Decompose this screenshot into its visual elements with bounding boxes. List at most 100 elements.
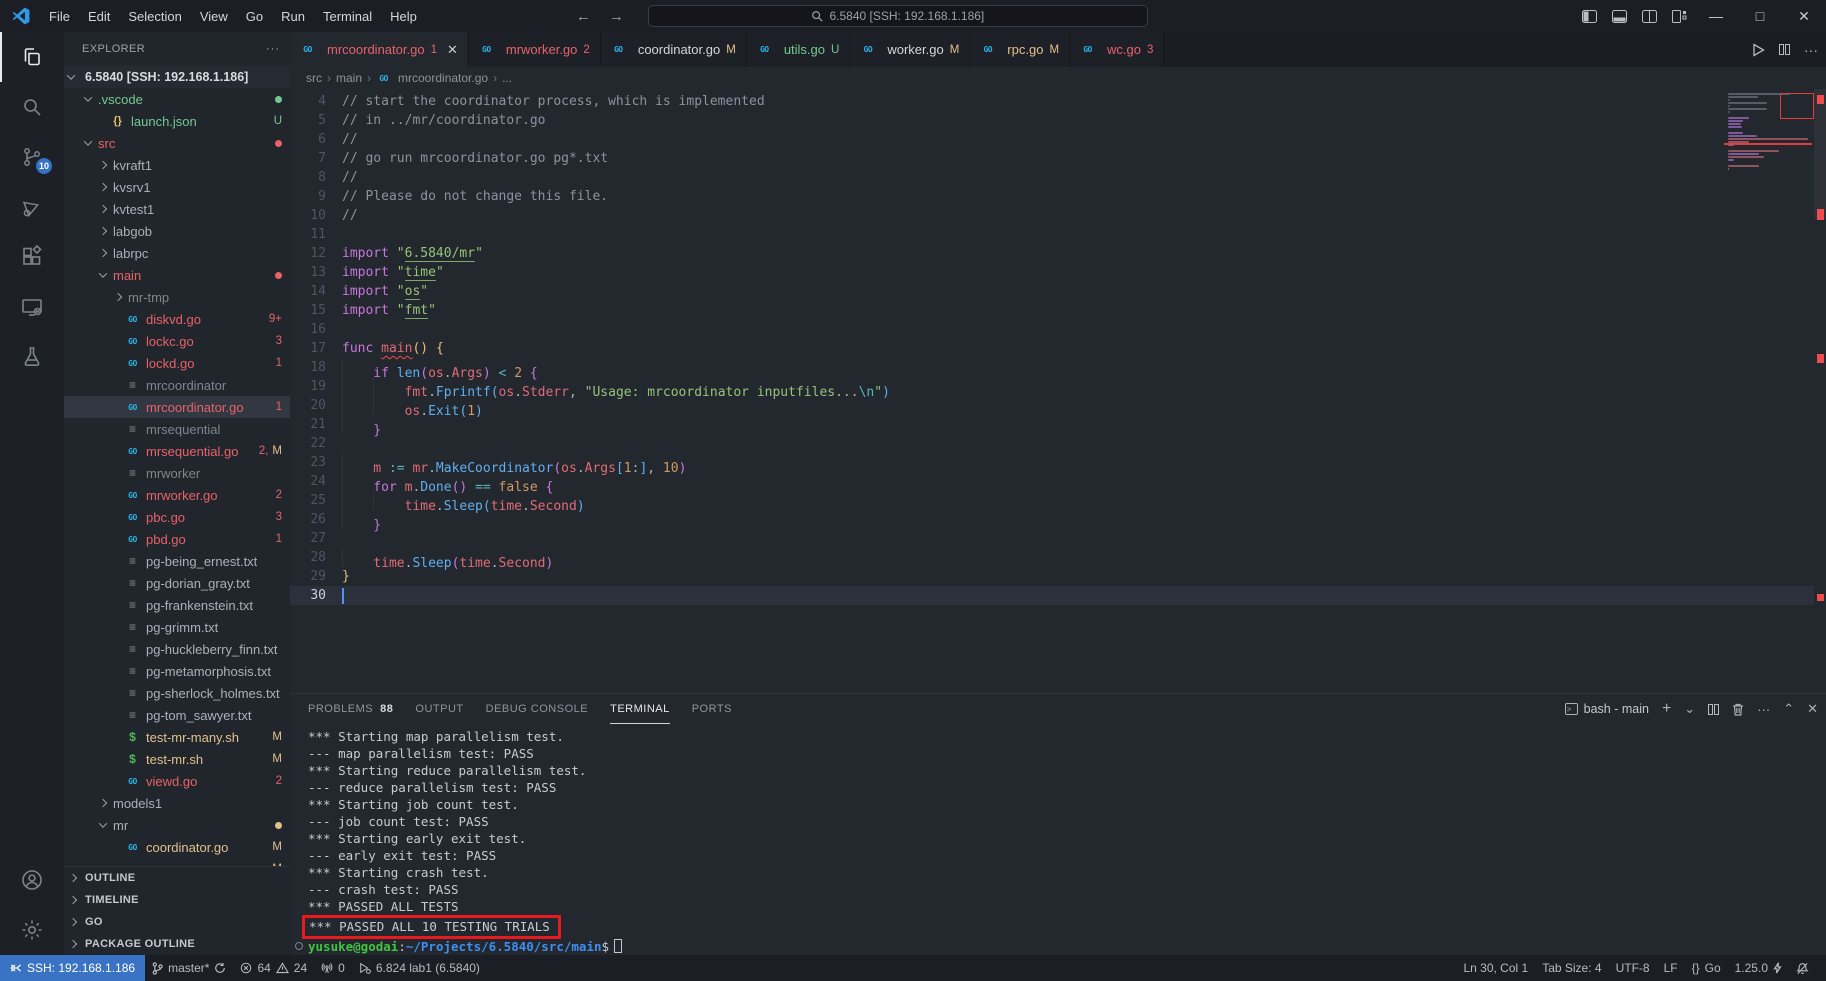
tree-item-viewd.go[interactable]: GOviewd.go2 bbox=[64, 770, 290, 792]
menu-file[interactable]: File bbox=[40, 5, 79, 28]
maximize-button[interactable]: □ bbox=[1738, 0, 1782, 32]
tab-wc.go[interactable]: GOwc.go3 bbox=[1070, 32, 1164, 67]
section-package-outline[interactable]: PACKAGE OUTLINE bbox=[64, 933, 290, 955]
tree-item-pbc.go[interactable]: GOpbc.go3 bbox=[64, 506, 290, 528]
tree-item-labrpc[interactable]: labrpc bbox=[64, 242, 290, 264]
run-and-debug-icon[interactable] bbox=[0, 182, 64, 232]
terminal-prompt[interactable]: yusuke@godai:~/Projects/6.5840/src/main$ bbox=[308, 938, 1826, 955]
accounts-icon[interactable] bbox=[0, 855, 64, 905]
toggle-panel-icon[interactable] bbox=[1604, 0, 1634, 32]
menu-view[interactable]: View bbox=[191, 5, 237, 28]
editor-more-actions-icon[interactable]: ··· bbox=[1804, 42, 1818, 58]
tree-item-pg-tom_sawyer.txt[interactable]: ≡pg-tom_sawyer.txt bbox=[64, 704, 290, 726]
close-panel-icon[interactable]: ✕ bbox=[1807, 701, 1818, 717]
breadcrumb-item[interactable]: mrcoordinator.go bbox=[398, 71, 488, 85]
tree-item-diskvd.go[interactable]: GOdiskvd.go9+ bbox=[64, 308, 290, 330]
tree-item-clipped[interactable]: GOM bbox=[64, 858, 290, 866]
tab-mrworker.go[interactable]: GOmrworker.go2 bbox=[469, 32, 601, 67]
toggle-sidebar-icon[interactable] bbox=[1574, 0, 1604, 32]
breadcrumb[interactable]: src›main›GOmrcoordinator.go›... bbox=[290, 67, 1826, 89]
run-button[interactable] bbox=[1752, 43, 1765, 57]
language-mode-indicator[interactable]: {}Go bbox=[1685, 955, 1728, 981]
git-branch-indicator[interactable]: master* bbox=[145, 955, 233, 981]
tree-item-pg-being_ernest.txt[interactable]: ≡pg-being_ernest.txt bbox=[64, 550, 290, 572]
breadcrumb-item[interactable]: src bbox=[306, 71, 322, 85]
tree-item-pbd.go[interactable]: GOpbd.go1 bbox=[64, 528, 290, 550]
tree-item-main[interactable]: main bbox=[64, 264, 290, 286]
extensions-icon[interactable] bbox=[0, 232, 64, 282]
panel-more-actions-icon[interactable]: ··· bbox=[1757, 702, 1770, 717]
tree-item-labgob[interactable]: labgob bbox=[64, 220, 290, 242]
toggle-secondary-sidebar-icon[interactable] bbox=[1634, 0, 1664, 32]
terminal-dropdown-icon[interactable]: ⌄ bbox=[1684, 701, 1695, 717]
tree-item-mr[interactable]: mr bbox=[64, 814, 290, 836]
tree-item-mrcoordinator[interactable]: ≡mrcoordinator bbox=[64, 374, 290, 396]
tree-item-mrcoordinator.go[interactable]: GOmrcoordinator.go1 bbox=[64, 396, 290, 418]
minimap[interactable] bbox=[1724, 91, 1812, 176]
tree-item-pg-huckleberry_finn.txt[interactable]: ≡pg-huckleberry_finn.txt bbox=[64, 638, 290, 660]
nav-forward-icon[interactable]: → bbox=[609, 8, 624, 25]
tab-rpc.go[interactable]: GOrpc.goM bbox=[970, 32, 1070, 67]
terminal-output[interactable]: *** Starting map parallelism test.--- ma… bbox=[290, 724, 1826, 955]
menu-help[interactable]: Help bbox=[381, 5, 426, 28]
tree-item-pg-dorian_gray.txt[interactable]: ≡pg-dorian_gray.txt bbox=[64, 572, 290, 594]
breadcrumb-item[interactable]: main bbox=[336, 71, 362, 85]
tree-item-lockd.go[interactable]: GOlockd.go1 bbox=[64, 352, 290, 374]
tree-item-kvtest1[interactable]: kvtest1 bbox=[64, 198, 290, 220]
tree-item-mrsequential[interactable]: ≡mrsequential bbox=[64, 418, 290, 440]
search-icon[interactable] bbox=[0, 82, 64, 132]
tree-item-mrworker.go[interactable]: GOmrworker.go2 bbox=[64, 484, 290, 506]
panel-tab-output[interactable]: OUTPUT bbox=[415, 694, 463, 724]
tree-item-launch.json[interactable]: {}launch.jsonU bbox=[64, 110, 290, 132]
menu-edit[interactable]: Edit bbox=[79, 5, 119, 28]
terminal-instance-label[interactable]: > bash - main bbox=[1565, 702, 1649, 716]
tree-item-pg-frankenstein.txt[interactable]: ≡pg-frankenstein.txt bbox=[64, 594, 290, 616]
eol-indicator[interactable]: LF bbox=[1657, 955, 1685, 981]
explorer-more-actions[interactable]: ··· bbox=[266, 43, 280, 55]
tree-item-mrsequential.go[interactable]: GOmrsequential.go2,M bbox=[64, 440, 290, 462]
tree-item-mr-tmp[interactable]: mr-tmp bbox=[64, 286, 290, 308]
cursor-position-indicator[interactable]: Ln 30, Col 1 bbox=[1456, 955, 1535, 981]
problems-indicator[interactable]: 64 24 bbox=[233, 955, 314, 981]
remote-explorer-icon[interactable] bbox=[0, 282, 64, 332]
customize-layout-icon[interactable] bbox=[1664, 0, 1694, 32]
forwarded-ports-indicator[interactable]: 0 bbox=[314, 955, 352, 981]
tab-utils.go[interactable]: GOutils.goU bbox=[747, 32, 851, 67]
settings-gear-icon[interactable] bbox=[0, 905, 64, 955]
tree-item-lockc.go[interactable]: GOlockc.go3 bbox=[64, 330, 290, 352]
tree-item-mrworker[interactable]: ≡mrworker bbox=[64, 462, 290, 484]
tree-item-.vscode[interactable]: .vscode bbox=[64, 88, 290, 110]
new-terminal-icon[interactable]: + bbox=[1662, 700, 1671, 718]
source-control-icon[interactable]: 10 bbox=[0, 132, 64, 182]
nav-back-icon[interactable]: ← bbox=[576, 8, 591, 25]
section-timeline[interactable]: TIMELINE bbox=[64, 889, 290, 911]
section-go[interactable]: GO bbox=[64, 911, 290, 933]
split-terminal-icon[interactable] bbox=[1708, 704, 1719, 715]
explorer-icon[interactable] bbox=[0, 32, 64, 82]
tab-mrcoordinator.go[interactable]: GOmrcoordinator.go1✕ bbox=[290, 32, 469, 67]
close-button[interactable]: ✕ bbox=[1782, 0, 1826, 32]
tree-item-pg-metamorphosis.txt[interactable]: ≡pg-metamorphosis.txt bbox=[64, 660, 290, 682]
panel-tab-problems[interactable]: PROBLEMS88 bbox=[308, 694, 393, 724]
workspace-root-folder[interactable]: 6.5840 [SSH: 192.168.1.186] bbox=[64, 66, 290, 88]
section-outline[interactable]: OUTLINE bbox=[64, 867, 290, 889]
tree-item-src[interactable]: src bbox=[64, 132, 290, 154]
tree-item-coordinator.go[interactable]: GOcoordinator.goM bbox=[64, 836, 290, 858]
tree-item-pg-grimm.txt[interactable]: ≡pg-grimm.txt bbox=[64, 616, 290, 638]
panel-tab-ports[interactable]: PORTS bbox=[692, 694, 732, 724]
go-version-indicator[interactable]: 1.25.0 bbox=[1728, 955, 1789, 981]
tree-item-kvsrv1[interactable]: kvsrv1 bbox=[64, 176, 290, 198]
kill-terminal-icon[interactable] bbox=[1732, 703, 1744, 716]
encoding-indicator[interactable]: UTF-8 bbox=[1609, 955, 1657, 981]
tree-item-test-mr.sh[interactable]: $test-mr.shM bbox=[64, 748, 290, 770]
menu-go[interactable]: Go bbox=[237, 5, 272, 28]
launch-config-indicator[interactable]: 6.824 lab1 (6.5840) bbox=[352, 955, 487, 981]
tab-worker.go[interactable]: GOworker.goM bbox=[850, 32, 970, 67]
split-editor-icon[interactable] bbox=[1779, 44, 1790, 55]
menu-terminal[interactable]: Terminal bbox=[314, 5, 381, 28]
breadcrumb-item[interactable]: ... bbox=[502, 71, 512, 85]
tree-item-pg-sherlock_holmes.txt[interactable]: ≡pg-sherlock_holmes.txt bbox=[64, 682, 290, 704]
command-center-search[interactable]: 6.5840 [SSH: 192.168.1.186] bbox=[648, 5, 1148, 27]
menu-selection[interactable]: Selection bbox=[119, 5, 190, 28]
panel-tab-debug-console[interactable]: DEBUG CONSOLE bbox=[486, 694, 588, 724]
